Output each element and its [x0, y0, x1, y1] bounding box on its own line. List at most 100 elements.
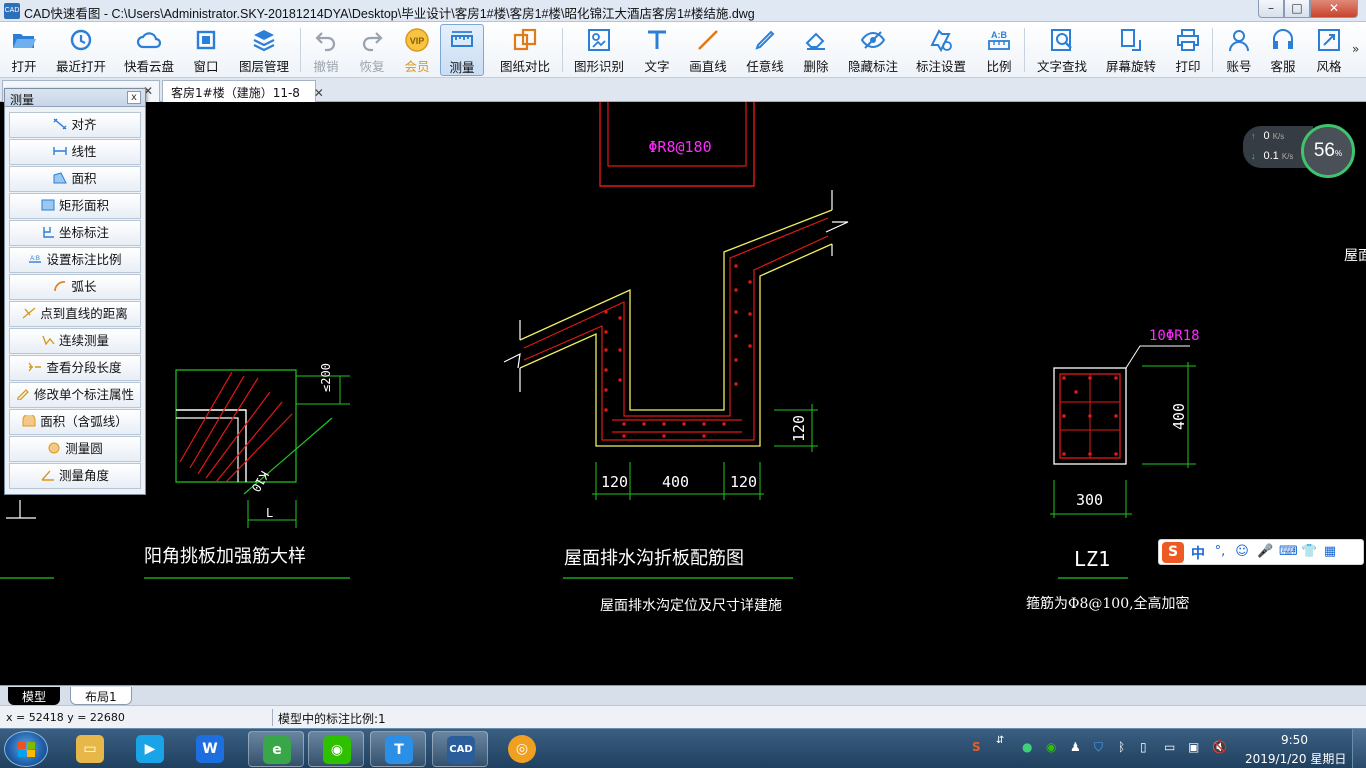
svg-text:A:B: A:B	[991, 30, 1007, 40]
emoji-icon[interactable]: ☺	[1235, 545, 1249, 559]
text-search-button[interactable]: 文字查找	[1034, 24, 1090, 76]
scale-button[interactable]: A:B 比例	[982, 24, 1016, 76]
tray-phone-icon[interactable]: ▭	[1164, 740, 1175, 754]
layers-label: 图层管理	[238, 60, 289, 74]
compare-button[interactable]: 图纸对比	[496, 24, 554, 76]
measure-linear-button[interactable]: 线性	[9, 139, 141, 165]
undo-button[interactable]: 撤销	[308, 24, 344, 76]
skin-icon[interactable]: 👕	[1301, 545, 1317, 559]
taskbar-cad-viewer[interactable]: CAD	[432, 731, 488, 767]
segment-length-icon	[28, 362, 42, 372]
tray-ime-icon[interactable]: ⇵	[996, 735, 1004, 746]
tray-wechat-icon[interactable]: ◉	[1046, 740, 1056, 754]
corner-detail: ≤200 K10 L 阳角挑板加强筋大样	[144, 363, 350, 579]
close-button[interactable]: ✕	[1310, 0, 1358, 18]
measure-continuous-label: 连续测量	[58, 334, 109, 348]
start-button[interactable]	[4, 731, 48, 767]
sogou-logo-icon[interactable]: S	[1162, 542, 1184, 563]
tray-sogou-icon[interactable]: S	[972, 740, 981, 754]
shape-recognize-button[interactable]: 图形识别	[570, 24, 628, 76]
t-app-icon: T	[385, 736, 413, 764]
recent-button[interactable]: 最近打开	[54, 24, 108, 76]
measure-set-scale-button[interactable]: A:B 设置标注比例	[9, 247, 141, 273]
measure-panel-close-button[interactable]: x	[127, 91, 141, 104]
measure-continuous-button[interactable]: 连续测量	[9, 328, 141, 354]
rotate-screen-button[interactable]: 屏幕旋转	[1104, 24, 1158, 76]
taskbar-wps[interactable]: W	[182, 731, 238, 767]
measure-coordinate-button[interactable]: 坐标标注	[9, 220, 141, 246]
tray-shield-icon[interactable]: ⛉	[1094, 740, 1103, 755]
window-button[interactable]: 窗口	[188, 24, 224, 76]
delete-button[interactable]: 删除	[800, 24, 832, 76]
tray-usb-icon[interactable]: ▯	[1140, 740, 1147, 754]
tray-qq-icon[interactable]: ♟	[1070, 740, 1081, 754]
measure-segment-button[interactable]: 查看分段长度	[9, 355, 141, 381]
model-layout-tabs: 模型 布局1	[0, 685, 1366, 705]
measure-button[interactable]: 测量	[440, 24, 484, 76]
keyboard-icon[interactable]: ⌨	[1279, 545, 1298, 559]
maximize-button[interactable]: □	[1284, 0, 1310, 18]
measure-area-button[interactable]: 面积	[9, 166, 141, 192]
toolbox-icon[interactable]: ▦	[1323, 545, 1337, 559]
taskbar-browser[interactable]: e	[248, 731, 304, 767]
tray-green-icon[interactable]: ●	[1022, 740, 1032, 754]
redo-button[interactable]: 恢复	[354, 24, 390, 76]
taskbar-ball-app[interactable]: ◎	[494, 731, 550, 767]
measure-arc-area-button[interactable]: 面积（含弧线）	[9, 409, 141, 435]
minimize-button[interactable]: –	[1258, 0, 1284, 18]
measure-rect-area-button[interactable]: 矩形面积	[9, 193, 141, 219]
print-button[interactable]: 打印	[1172, 24, 1204, 76]
upload-row: ↑ 0 K/s	[1251, 130, 1284, 142]
punctuation-icon[interactable]: °,	[1213, 545, 1227, 559]
cloud-button[interactable]: 快看云盘	[122, 24, 176, 76]
measure-angle-button[interactable]: 测量角度	[9, 463, 141, 489]
show-desktop-button[interactable]	[1352, 729, 1366, 768]
draw-line-button[interactable]: 画直线	[686, 24, 730, 76]
tab-layout1[interactable]: 布局1	[70, 687, 132, 705]
open-button[interactable]: 打开	[6, 24, 42, 76]
vip-button[interactable]: VIP 会员	[400, 24, 434, 76]
tray-volume-icon[interactable]: 🔇	[1212, 740, 1227, 754]
tray-network-icon[interactable]: ▣	[1188, 740, 1199, 754]
vip-label: 会员	[404, 60, 430, 74]
ime-language-toggle[interactable]: 中	[1191, 543, 1205, 563]
open-label: 打开	[11, 60, 37, 74]
align-measure-icon	[53, 118, 67, 130]
annotation-settings-button[interactable]: 标注设置	[914, 24, 968, 76]
taskbar-t-app[interactable]: T	[370, 731, 426, 767]
taskbar-video-player[interactable]: ▶	[122, 731, 178, 767]
style-button[interactable]: 风格	[1312, 24, 1346, 76]
status-bar: x = 52418 y = 22680 模型中的标注比例:1	[0, 705, 1366, 728]
layers-button[interactable]: 图层管理	[236, 24, 292, 76]
cloud-label: 快看云盘	[123, 60, 174, 74]
network-speed-widget[interactable]: ↑ 0 K/s ↓ 0.1 K/s 56%	[1243, 124, 1357, 178]
taskbar-clock-time[interactable]: 9:50	[1281, 733, 1308, 747]
taskbar-clock-date[interactable]: 2019/1/20 星期日	[1245, 750, 1346, 767]
ditch-dim-vertical: 120	[790, 415, 808, 442]
measure-panel-header[interactable]: 测量 x	[5, 89, 145, 107]
text-button[interactable]: 文字	[640, 24, 674, 76]
measure-area-label: 面积	[71, 172, 97, 186]
microphone-icon[interactable]: 🎤	[1257, 545, 1273, 559]
freehand-label: 任意线	[746, 60, 784, 74]
measure-align-button[interactable]: 对齐	[9, 112, 141, 138]
taskbar-wechat[interactable]: ◉	[308, 731, 364, 767]
tab-close-icon[interactable]: ✕	[314, 86, 324, 100]
redo-icon	[362, 32, 383, 52]
measure-edit-annotation-button[interactable]: 修改单个标注属性	[9, 382, 141, 408]
drawing-canvas[interactable]: ΦR8@180 ≤200 K10 L 阳角挑板加强筋大样 120 400 120…	[0, 102, 1366, 685]
measure-arc-length-button[interactable]: 弧长	[9, 274, 141, 300]
draw-line-label: 画直线	[689, 60, 727, 74]
tray-bluetooth-icon[interactable]: ᛒ	[1118, 740, 1125, 754]
taskbar-explorer[interactable]: ▭	[62, 731, 118, 767]
account-button[interactable]: 账号	[1222, 24, 1256, 76]
hide-annotation-button[interactable]: 隐藏标注	[846, 24, 900, 76]
measure-point-line-button[interactable]: 点到直线的距离	[9, 301, 141, 327]
toolbar-more-button[interactable]: »	[1352, 42, 1359, 56]
shape-recognize-label: 图形识别	[573, 60, 624, 74]
support-button[interactable]: 客服	[1266, 24, 1300, 76]
measure-circle-button[interactable]: 测量圆	[9, 436, 141, 462]
tab-model[interactable]: 模型	[8, 687, 61, 705]
tab-document-2[interactable]: 客房1#楼（建施）11-8 ✕	[162, 80, 324, 102]
freehand-button[interactable]: 任意线	[744, 24, 786, 76]
